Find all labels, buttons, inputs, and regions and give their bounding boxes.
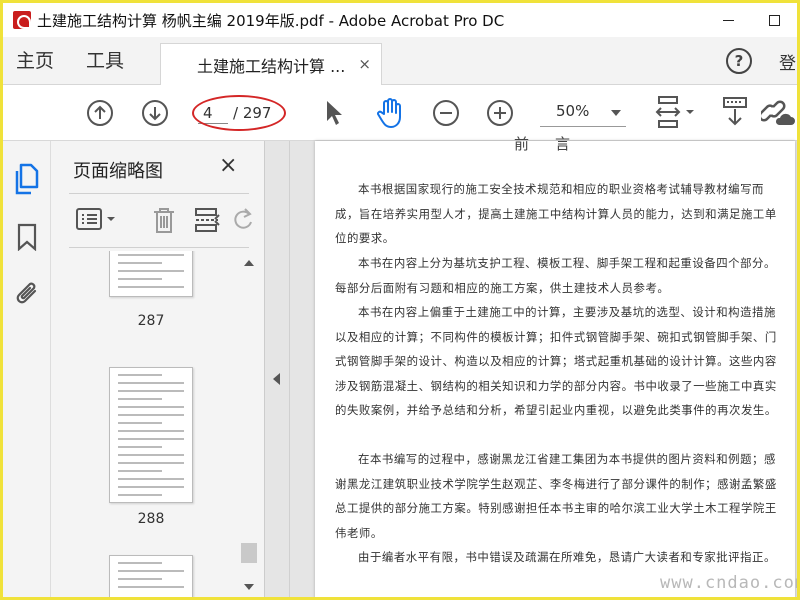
maximize-icon [768, 14, 780, 26]
close-panel-icon[interactable]: × [219, 153, 237, 178]
zoom-dropdown[interactable]: 50% [540, 99, 626, 127]
paragraph: 本书在内容上分为基坑支护工程、模板工程、脚手架工程和起重设备四个部分。每部分后面… [335, 256, 776, 295]
thumbnail-label: 288 [137, 511, 165, 527]
thumbnail-page-289[interactable] [109, 555, 193, 597]
acrobat-app-icon [13, 11, 31, 29]
zoom-in-icon[interactable] [485, 98, 515, 128]
link-cloud-icon[interactable] [761, 97, 795, 129]
window-title: 土建施工结构计算 杨帆主编 2019年版.pdf - Adobe Acrobat… [37, 11, 505, 30]
page-thumbnails-icon[interactable] [13, 163, 41, 195]
chevron-down-icon [611, 110, 621, 116]
attachments-icon[interactable] [15, 279, 41, 309]
close-tab-icon[interactable]: × [358, 55, 371, 73]
thumbnail-scrollbar[interactable] [239, 253, 259, 597]
sign-in-button[interactable]: 登 [779, 49, 796, 74]
scroll-down-icon[interactable] [244, 584, 254, 590]
scroll-thumb[interactable] [241, 543, 257, 563]
scroll-mode-icon[interactable] [721, 96, 749, 128]
pdf-page: 前言 本书根据国家现行的施工安全技术规范和相应的职业资格考试辅导教材编写而成，旨… [315, 135, 795, 597]
tab-home[interactable]: 主页 [16, 37, 54, 85]
bookmarks-icon[interactable] [17, 223, 37, 251]
minimize-icon [722, 19, 734, 21]
select-cursor-icon[interactable] [323, 99, 345, 127]
zoom-out-icon[interactable] [431, 98, 461, 128]
next-page-icon[interactable] [140, 98, 170, 128]
title-bar: 土建施工结构计算 杨帆主编 2019年版.pdf - Adobe Acrobat… [3, 3, 797, 37]
hand-tool-icon[interactable] [375, 97, 405, 129]
page-heading: 前言 [513, 135, 596, 153]
document-view[interactable]: 前言 本书根据国家现行的施工安全技术规范和相应的职业资格考试辅导教材编写而成，旨… [265, 135, 797, 597]
document-tab-label: 土建施工结构计算 ... [197, 56, 346, 76]
annotation-ellipse [192, 95, 286, 131]
rotate-icon[interactable] [233, 206, 253, 234]
panel-divider [69, 247, 249, 248]
paragraph: 本书在内容上偏重于土建施工中的计算，主要涉及基坑的选型、设计和构造措施以及相应的… [335, 305, 777, 418]
maximize-button[interactable] [751, 3, 797, 37]
tab-document[interactable]: 土建施工结构计算 ... × [160, 43, 382, 85]
thumbnail-page-287[interactable] [109, 251, 193, 297]
watermark: www.cndao.com [660, 573, 797, 593]
collapse-panel-icon[interactable] [273, 373, 280, 385]
paragraph: 在本书编写的过程中，感谢黑龙江省建工集团为本书提供的图片资料和例题；感谢黑龙江建… [335, 452, 777, 540]
extract-pages-icon[interactable] [193, 206, 221, 234]
panel-divider [69, 193, 249, 194]
paragraph: 由于编者水平有限，书中错误及疏漏在所难免，恳请广大读者和专家批评指正。 [358, 550, 776, 564]
thumbnail-list: 287 288 [51, 251, 241, 597]
paragraph: 本书根据国家现行的施工安全技术规范和相应的职业资格考试辅导教材编写而成，旨在培养… [335, 182, 777, 246]
acrobat-window: 土建施工结构计算 杨帆主编 2019年版.pdf - Adobe Acrobat… [3, 3, 797, 597]
zoom-value: 50% [556, 102, 590, 120]
panel-title: 页面缩略图 [73, 161, 163, 182]
tab-bar: 主页 工具 土建施工结构计算 ... × ? 登 [3, 37, 797, 85]
delete-page-icon[interactable] [151, 206, 177, 234]
page-thumbnails-panel: 页面缩略图 × 287 288 [51, 141, 265, 597]
help-icon[interactable]: ? [726, 48, 752, 74]
navigation-rail [3, 141, 51, 597]
thumbnail-label: 287 [137, 313, 165, 329]
minimize-button[interactable] [705, 3, 751, 37]
thumbnail-page-288[interactable] [109, 367, 193, 503]
fit-page-icon[interactable] [655, 95, 695, 131]
scroll-up-icon[interactable] [244, 260, 254, 266]
previous-page-icon[interactable] [85, 98, 115, 128]
panel-splitter[interactable] [289, 141, 290, 597]
thumbnail-options-icon[interactable] [75, 206, 119, 232]
tab-tools[interactable]: 工具 [86, 37, 124, 85]
